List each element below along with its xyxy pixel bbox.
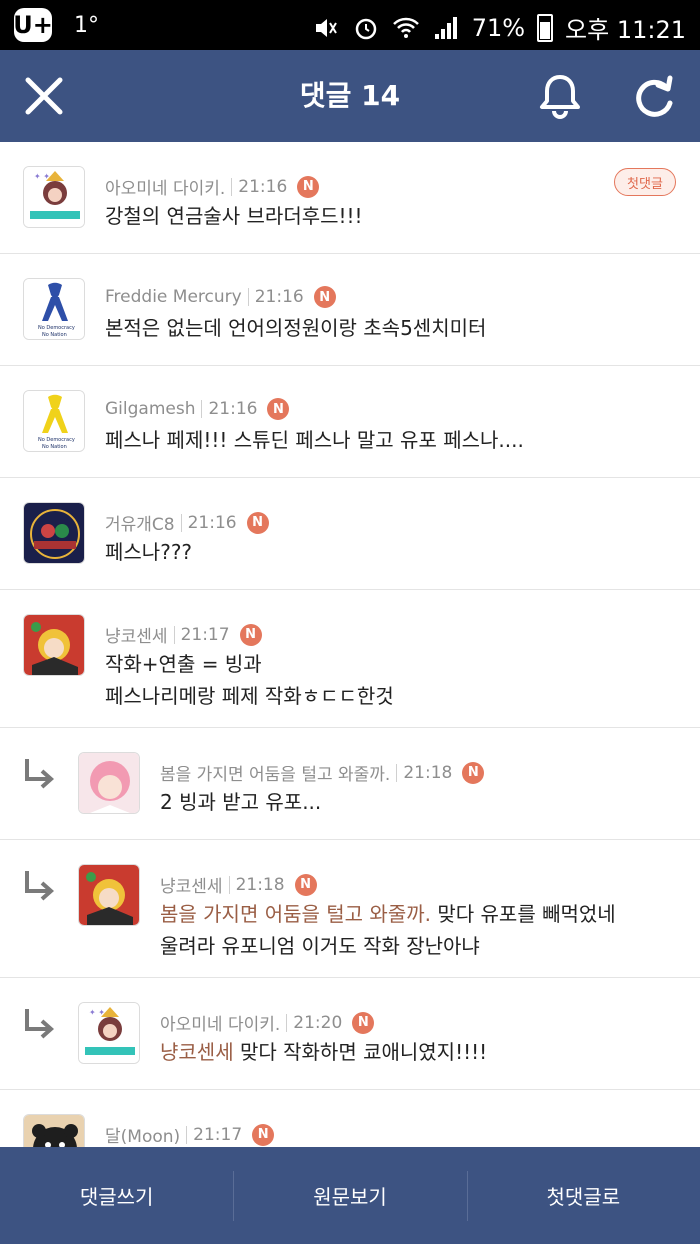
comment-text: 봄을 가지면 어둠을 털고 와줄까. 맞다 유포를 빼먹었네 울려라 유포니엄 … xyxy=(160,898,616,962)
new-badge: N xyxy=(239,623,262,646)
battery-percent: 71% xyxy=(471,13,526,42)
avatar[interactable] xyxy=(78,864,140,926)
avatar[interactable]: ✦ ✦ xyxy=(23,166,85,228)
comment-author[interactable]: 달(Moon) xyxy=(105,1122,180,1147)
svg-text:No Nation: No Nation xyxy=(42,332,67,338)
mute-icon xyxy=(312,14,340,42)
wifi-icon xyxy=(392,14,420,42)
svg-text:No Nation: No Nation xyxy=(42,444,67,450)
carrier-logo: U+ xyxy=(13,8,53,42)
comment-author[interactable]: 아오미네 다이키. xyxy=(160,1010,280,1035)
comment-list[interactable]: ✦ ✦ 아오미네 다이키. 21:16 N 첫댓글 강철의 연금술사 브라더후드… xyxy=(0,142,700,1147)
comment-time: 21:17 xyxy=(193,1124,243,1145)
reply-arrow-icon xyxy=(25,759,55,789)
comment-item: No Democracy No Nation Freddie Mercury 21… xyxy=(0,254,700,366)
reply-item: 봄을 가지면 어둠을 털고 와줄까. 21:18 N 2 빙과 받고 유포... xyxy=(0,728,700,840)
svg-text:✦ ✦: ✦ ✦ xyxy=(89,1008,105,1017)
clock: 오후 11:21 xyxy=(565,16,686,44)
status-bar: U+ 1° 71% 오후 11:21 xyxy=(0,0,700,50)
comment-text: 냥코센세 맞다 작화하면 쿄애니였지!!!! xyxy=(160,1036,487,1068)
comment-author[interactable]: 냥코센세 xyxy=(160,872,223,897)
comment-time: 21:18 xyxy=(403,762,453,783)
reply-item: 냥코센세 21:18 N 봄을 가지면 어둠을 털고 와줄까. 맞다 유포를 빼… xyxy=(0,840,700,978)
svg-text:No Democracy: No Democracy xyxy=(38,325,75,331)
comment-line: 페스나리메랑 페제 작화ㅎㄷㄷ한것 xyxy=(105,684,394,708)
comment-author[interactable]: 냥코센세 xyxy=(105,622,168,647)
comment-text: 페스나??? xyxy=(105,540,193,564)
notification-button[interactable] xyxy=(534,70,586,122)
new-badge: N xyxy=(294,873,317,896)
comment-text: 페스나 페제!!! 스튜딘 페스나 말고 유포 페스나.... xyxy=(105,428,524,452)
comment-text: 본적은 없는데 언어의정원이랑 초속5센치미터 xyxy=(105,316,487,340)
comment-item: No Democracy No Nation Gilgamesh 21:16 N … xyxy=(0,366,700,478)
bell-icon xyxy=(540,75,580,119)
page-title: 댓글 14 xyxy=(299,79,401,112)
comment-time: 21:17 xyxy=(180,624,230,645)
comment-line: 울려라 유포니엄 이거도 작화 장난아냐 xyxy=(160,934,480,958)
comment-line: 작화+연출 = 빙과 xyxy=(105,652,262,676)
comment-time: 21:18 xyxy=(235,874,285,895)
signal-icon xyxy=(432,14,460,42)
refresh-button[interactable] xyxy=(628,70,680,122)
battery-icon xyxy=(537,13,554,42)
first-comment-badge: 첫댓글 xyxy=(614,168,676,196)
alarm-icon xyxy=(352,14,380,42)
bottom-action-bar: 댓글쓰기 원문보기 첫댓글로 xyxy=(0,1147,700,1244)
new-badge: N xyxy=(462,761,485,784)
comment-time: 21:16 xyxy=(238,176,288,197)
comment-item: ✦ ✦ 아오미네 다이키. 21:16 N 첫댓글 강철의 연금술사 브라더후드… xyxy=(0,142,700,254)
svg-text:No Democracy: No Democracy xyxy=(38,437,75,443)
avatar[interactable]: No Democracy No Nation xyxy=(23,390,85,452)
reply-arrow-icon xyxy=(25,871,55,901)
mention-link[interactable]: 봄을 가지면 어둠을 털고 와줄까. xyxy=(160,902,431,926)
go-first-comment-button[interactable]: 첫댓글로 xyxy=(466,1147,700,1244)
comment-time: 21:20 xyxy=(293,1012,343,1033)
comment-time: 21:16 xyxy=(187,512,237,533)
comment-text: 작화+연출 = 빙과 페스나리메랑 페제 작화ㅎㄷㄷ한것 xyxy=(105,648,394,712)
reply-arrow-icon xyxy=(25,1009,55,1039)
avatar[interactable] xyxy=(78,752,140,814)
comment-author[interactable]: 거유개C8 xyxy=(105,510,175,535)
view-original-button[interactable]: 원문보기 xyxy=(233,1147,466,1244)
comment-author[interactable]: Gilgamesh xyxy=(105,399,195,419)
comment-text: 강철의 연금술사 브라더후드!!! xyxy=(105,204,363,228)
comment-author[interactable]: 아오미네 다이키. xyxy=(105,174,225,199)
comment-line: 맞다 작화하면 쿄애니였지!!!! xyxy=(233,1040,488,1064)
comment-author[interactable]: Freddie Mercury xyxy=(105,287,242,307)
comment-item: 냥코센세 21:17 N 작화+연출 = 빙과 페스나리메랑 페제 작화ㅎㄷㄷ한… xyxy=(0,590,700,728)
avatar[interactable]: ✦ ✦ xyxy=(78,1002,140,1064)
comment-item: 달(Moon) 21:17 N xyxy=(0,1090,700,1147)
comment-time: 21:16 xyxy=(208,399,258,419)
reply-item: ✦ ✦ 아오미네 다이키. 21:20 N 냥코센세 맞다 작화하면 쿄애니였지… xyxy=(0,978,700,1090)
refresh-icon xyxy=(636,75,673,117)
comment-item: 거유개C8 21:16 N 페스나??? xyxy=(0,478,700,590)
mention-link[interactable]: 냥코센세 xyxy=(160,1040,234,1064)
avatar[interactable]: No Democracy No Nation xyxy=(23,278,85,340)
avatar[interactable] xyxy=(23,1114,85,1147)
new-badge: N xyxy=(246,511,269,534)
new-badge: N xyxy=(352,1011,375,1034)
new-badge: N xyxy=(313,286,336,308)
svg-text:✦ ✦: ✦ ✦ xyxy=(34,172,50,181)
comment-time: 21:16 xyxy=(254,287,304,307)
new-badge: N xyxy=(252,1123,275,1146)
comment-text: 2 빙과 받고 유포... xyxy=(160,790,322,814)
write-comment-button[interactable]: 댓글쓰기 xyxy=(0,1147,233,1244)
new-badge: N xyxy=(267,398,290,420)
comment-author[interactable]: 봄을 가지면 어둠을 털고 와줄까. xyxy=(160,760,390,785)
comment-line: 맞다 유포를 빼먹었네 xyxy=(431,902,616,926)
temperature: 1° xyxy=(74,12,99,38)
avatar[interactable] xyxy=(23,614,85,676)
avatar[interactable] xyxy=(23,502,85,564)
new-badge: N xyxy=(297,175,320,198)
header-bar: 댓글 14 xyxy=(0,50,700,142)
